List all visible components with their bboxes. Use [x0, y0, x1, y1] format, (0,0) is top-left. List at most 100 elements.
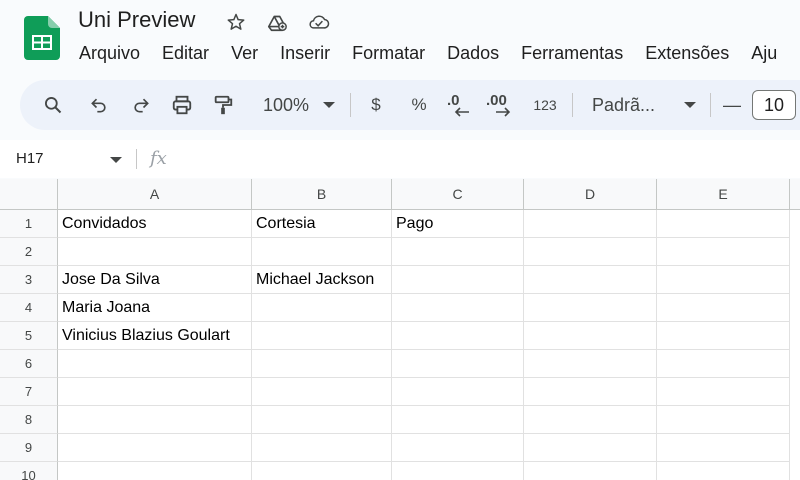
cloud-saved-icon[interactable] — [308, 11, 330, 33]
document-title[interactable]: Uni Preview — [78, 7, 195, 33]
row-header[interactable]: 10 — [0, 462, 58, 480]
menu-view[interactable]: Ver — [220, 42, 269, 64]
cell-d3[interactable] — [524, 266, 657, 294]
cell-b2[interactable] — [252, 238, 392, 266]
decrease-font-size-button[interactable]: — — [720, 80, 744, 130]
cell-a8[interactable] — [58, 406, 252, 434]
decrease-decimals-button[interactable]: .0 — [445, 80, 475, 130]
chevron-down-icon[interactable] — [110, 157, 122, 163]
menu-data[interactable]: Dados — [436, 42, 510, 64]
cell-d2[interactable] — [524, 238, 657, 266]
row-header[interactable]: 8 — [0, 406, 58, 434]
cell-e9[interactable] — [657, 434, 790, 462]
menu-extensions[interactable]: Extensões — [634, 42, 740, 64]
cell-e2[interactable] — [657, 238, 790, 266]
font-size-input[interactable]: 10 — [752, 90, 796, 120]
name-box[interactable]: H17 — [16, 150, 44, 167]
cell-c1[interactable]: Pago — [392, 210, 524, 238]
undo-icon[interactable] — [86, 80, 112, 130]
cell-b9[interactable] — [252, 434, 392, 462]
row-header[interactable]: 7 — [0, 378, 58, 406]
cell-c5[interactable] — [392, 322, 524, 350]
cell-d4[interactable] — [524, 294, 657, 322]
cell-b7[interactable] — [252, 378, 392, 406]
cell-a5[interactable]: Vinicius Blazius Goulart — [58, 322, 252, 350]
cell-d6[interactable] — [524, 350, 657, 378]
cell-e5[interactable] — [657, 322, 790, 350]
menu-file[interactable]: Arquivo — [68, 42, 151, 64]
cell-b5[interactable] — [252, 322, 392, 350]
row-header[interactable]: 1 — [0, 210, 58, 238]
cell-a9[interactable] — [58, 434, 252, 462]
cell-b4[interactable] — [252, 294, 392, 322]
function-icon: fx — [150, 148, 167, 169]
cell-b8[interactable] — [252, 406, 392, 434]
cell-e6[interactable] — [657, 350, 790, 378]
zoom-select[interactable]: 100% — [254, 80, 344, 130]
cell-d10[interactable] — [524, 462, 657, 480]
cell-c8[interactable] — [392, 406, 524, 434]
cell-a10[interactable] — [58, 462, 252, 480]
cell-b3[interactable]: Michael Jackson — [252, 266, 392, 294]
select-all-corner[interactable] — [0, 179, 58, 210]
font-select[interactable]: Padrã... — [592, 80, 696, 130]
cell-c2[interactable] — [392, 238, 524, 266]
sheets-logo-icon[interactable] — [24, 16, 60, 60]
star-icon[interactable] — [225, 11, 247, 33]
row-header[interactable]: 9 — [0, 434, 58, 462]
cell-b6[interactable] — [252, 350, 392, 378]
cell-d5[interactable] — [524, 322, 657, 350]
print-icon[interactable] — [169, 80, 195, 130]
cell-a2[interactable] — [58, 238, 252, 266]
menu-insert[interactable]: Inserir — [269, 42, 341, 64]
cell-c4[interactable] — [392, 294, 524, 322]
cell-e10[interactable] — [657, 462, 790, 480]
cell-c7[interactable] — [392, 378, 524, 406]
cell-b1[interactable]: Cortesia — [252, 210, 392, 238]
column-header-a[interactable]: A — [58, 179, 252, 209]
cell-c3[interactable] — [392, 266, 524, 294]
menu-format[interactable]: Formatar — [341, 42, 436, 64]
cell-c6[interactable] — [392, 350, 524, 378]
cell-a3[interactable]: Jose Da Silva — [58, 266, 252, 294]
toolbar-divider — [710, 93, 711, 117]
percent-format-button[interactable]: % — [408, 80, 430, 130]
menu-edit[interactable]: Editar — [151, 42, 220, 64]
paint-format-icon[interactable] — [210, 80, 236, 130]
cell-b10[interactable] — [252, 462, 392, 480]
menu-help[interactable]: Aju — [740, 42, 788, 64]
column-header-c[interactable]: C — [392, 179, 524, 209]
cell-e3[interactable] — [657, 266, 790, 294]
redo-icon[interactable] — [128, 80, 154, 130]
menu-tools[interactable]: Ferramentas — [510, 42, 634, 64]
row-header[interactable]: 6 — [0, 350, 58, 378]
cell-a1[interactable]: Convidados — [58, 210, 252, 238]
cell-a6[interactable] — [58, 350, 252, 378]
cell-e1[interactable] — [657, 210, 790, 238]
cell-c10[interactable] — [392, 462, 524, 480]
move-to-drive-icon[interactable] — [266, 11, 288, 33]
cell-e8[interactable] — [657, 406, 790, 434]
increase-decimals-button[interactable]: .00 — [486, 80, 518, 130]
cell-a4[interactable]: Maria Joana — [58, 294, 252, 322]
table-row: 7 — [0, 378, 800, 406]
cell-d9[interactable] — [524, 434, 657, 462]
column-header-d[interactable]: D — [524, 179, 657, 209]
formula-bar: H17 fx — [0, 140, 800, 178]
cell-d8[interactable] — [524, 406, 657, 434]
cell-a7[interactable] — [58, 378, 252, 406]
cell-e7[interactable] — [657, 378, 790, 406]
row-header[interactable]: 4 — [0, 294, 58, 322]
cell-e4[interactable] — [657, 294, 790, 322]
column-header-e[interactable]: E — [657, 179, 790, 209]
currency-format-button[interactable]: $ — [366, 80, 386, 130]
cell-c9[interactable] — [392, 434, 524, 462]
column-header-b[interactable]: B — [252, 179, 392, 209]
more-formats-button[interactable]: 123 — [530, 80, 560, 130]
row-header[interactable]: 2 — [0, 238, 58, 266]
search-menus-icon[interactable] — [40, 80, 66, 130]
cell-d7[interactable] — [524, 378, 657, 406]
row-header[interactable]: 5 — [0, 322, 58, 350]
row-header[interactable]: 3 — [0, 266, 58, 294]
cell-d1[interactable] — [524, 210, 657, 238]
